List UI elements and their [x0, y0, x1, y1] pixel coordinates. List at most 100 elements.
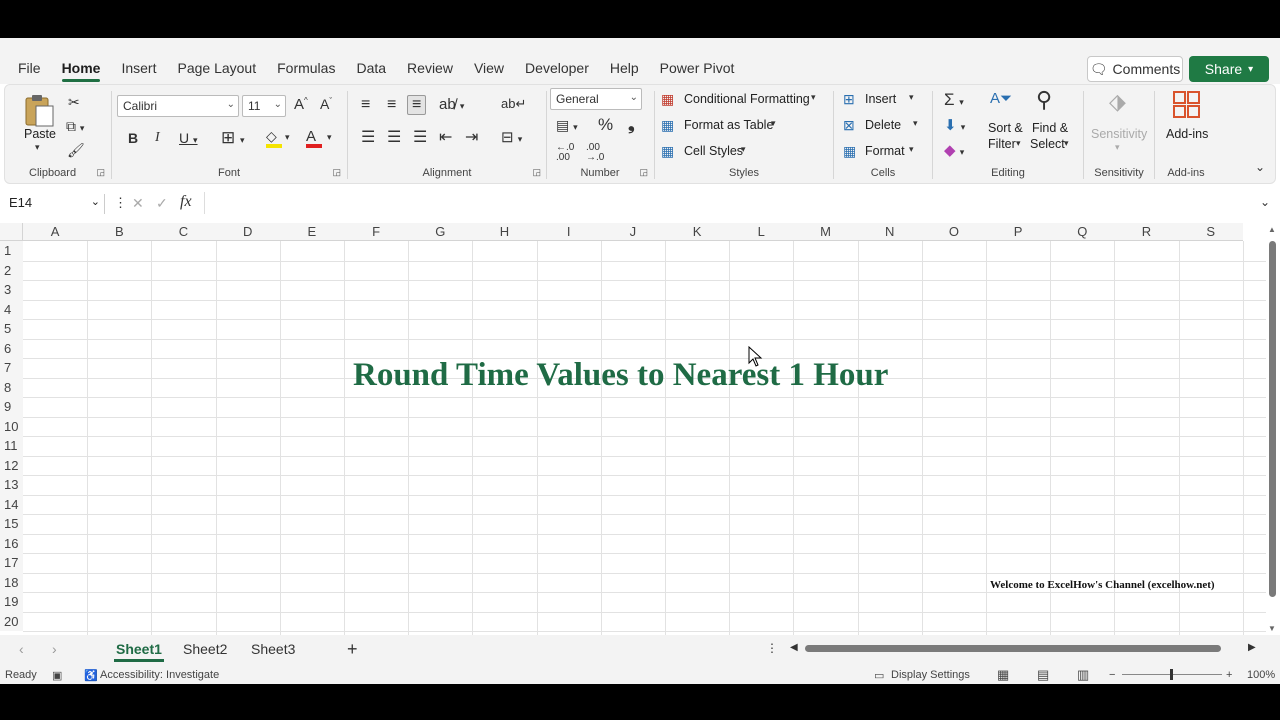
expand-formula-bar-icon[interactable]: ⌄ [1260, 196, 1270, 208]
dialog-launcher-icon[interactable]: ◲ [639, 167, 648, 178]
zoom-level[interactable]: 100% [1247, 669, 1275, 681]
row-header[interactable]: 7 [0, 358, 23, 378]
percent-icon[interactable]: % [598, 116, 613, 133]
font-color-icon[interactable]: A [306, 129, 322, 148]
enter-icon[interactable]: ✓ [156, 196, 168, 210]
row-header[interactable]: 12 [0, 455, 23, 475]
row-header[interactable]: 17 [0, 553, 23, 573]
row-header[interactable]: 10 [0, 416, 23, 436]
more-options-icon[interactable]: ⋮ [114, 196, 127, 209]
collapse-ribbon-icon[interactable]: ⌄ [1255, 161, 1265, 173]
autosum-icon[interactable]: Σ ▾ [944, 91, 964, 108]
column-header[interactable]: A [23, 223, 88, 241]
tab-formulas[interactable]: Formulas [277, 60, 335, 76]
font-size-combo[interactable]: 11 ⌄ [242, 95, 286, 117]
column-header[interactable]: H [472, 223, 537, 241]
chevron-down-icon[interactable]: ▾ [327, 133, 332, 142]
previous-sheet-icon[interactable]: ‹ [19, 642, 24, 656]
addins-button[interactable]: Add-ins [1160, 89, 1214, 149]
find-select-button[interactable]: ⚲ Find & Select ▾ [1028, 89, 1072, 157]
chevron-down-icon[interactable]: ▾ [285, 133, 290, 142]
column-header[interactable]: L [729, 223, 794, 241]
select-all-corner[interactable] [0, 223, 23, 241]
page-layout-view-icon[interactable]: ▤ [1037, 667, 1049, 683]
sheet-tab-sheet3[interactable]: Sheet3 [251, 641, 295, 657]
next-sheet-icon[interactable]: › [52, 642, 57, 656]
share-button[interactable]: Share ▾ [1189, 56, 1269, 82]
tab-data[interactable]: Data [356, 60, 386, 76]
cancel-icon[interactable]: ✕ [132, 196, 144, 210]
align-top-icon[interactable]: ≡ [361, 97, 370, 113]
comments-button[interactable]: 🗨 Comments [1087, 56, 1183, 82]
column-header[interactable]: N [857, 223, 922, 241]
page-break-view-icon[interactable]: ▥ [1077, 667, 1089, 683]
paste-button[interactable]: Paste ▾ [19, 91, 59, 152]
column-header[interactable]: F [344, 223, 409, 241]
accessibility-status[interactable]: Accessibility: Investigate [100, 669, 219, 681]
vertical-scrollbar[interactable]: ▲ ▼ [1266, 223, 1278, 635]
increase-decimal-icon[interactable]: ←.0.00 [556, 143, 574, 163]
dialog-launcher-icon[interactable]: ◲ [532, 167, 541, 178]
orientation-icon[interactable]: ab̸ ▾ [439, 97, 464, 112]
row-header[interactable]: 13 [0, 475, 23, 495]
sensitivity-button[interactable]: ⬗ Sensitivity ▾ [1089, 89, 1149, 152]
normal-view-icon[interactable]: ▦ [997, 667, 1009, 683]
macro-record-icon[interactable]: ▣ [52, 669, 62, 682]
tab-page-layout[interactable]: Page Layout [177, 60, 256, 76]
format-painter-icon[interactable]: 🖌 [67, 143, 85, 157]
decrease-indent-icon[interactable]: ⇤ [439, 130, 452, 146]
align-left-icon[interactable]: ☰ [361, 130, 375, 146]
borders-icon[interactable]: ⊞ ▾ [221, 129, 245, 146]
column-header[interactable]: P [986, 223, 1051, 241]
row-header[interactable]: 3 [0, 280, 23, 300]
column-header[interactable]: O [921, 223, 986, 241]
increase-indent-icon[interactable]: ⇥ [465, 130, 478, 146]
fill-color-icon[interactable]: ◇ [266, 129, 282, 148]
number-format-combo[interactable]: General ⌄ [550, 88, 642, 110]
comma-style-icon[interactable]: ❟ [628, 116, 635, 133]
merge-center-icon[interactable]: ⊟ ▾ [501, 130, 522, 145]
sort-filter-button[interactable]: A⏷ Sort & Filter ▾ [984, 89, 1024, 157]
tab-home[interactable]: Home [61, 60, 100, 82]
column-header[interactable]: Q [1050, 223, 1115, 241]
row-header[interactable]: 15 [0, 514, 23, 534]
accounting-format-icon[interactable]: ▤ ▾ [556, 118, 578, 132]
scroll-down-icon[interactable]: ▼ [1268, 624, 1276, 633]
row-header[interactable]: 11 [0, 436, 23, 456]
sheet-tab-sheet1[interactable]: Sheet1 [114, 641, 164, 662]
font-name-combo[interactable]: Calibri ⌄ [117, 95, 239, 117]
worksheet-grid[interactable]: 20 19 18 17 16 15 14 13 12 11 10 9 8 7 6 5 4 3 2 1 S R Q P O N M L K… [0, 223, 1266, 635]
copy-icon[interactable]: ⧉ ▾ [66, 119, 84, 133]
zoom-slider-thumb[interactable] [1170, 669, 1173, 680]
horizontal-scroll-thumb[interactable] [805, 645, 1221, 652]
tab-developer[interactable]: Developer [525, 60, 589, 76]
align-middle-icon[interactable]: ≡ [387, 97, 396, 113]
row-header[interactable]: 1 [0, 241, 23, 261]
scroll-left-icon[interactable]: ◀ [790, 643, 798, 653]
increase-font-icon[interactable]: A^ [294, 97, 308, 113]
cut-icon[interactable]: ✂ [68, 95, 80, 109]
column-header[interactable]: J [600, 223, 665, 241]
align-center-icon[interactable]: ☰ [387, 130, 401, 146]
column-header[interactable]: S [1178, 223, 1243, 241]
column-header[interactable]: M [793, 223, 858, 241]
row-header[interactable]: 4 [0, 299, 23, 319]
italic-icon[interactable]: I [155, 131, 160, 145]
zoom-in-icon[interactable]: + [1226, 669, 1232, 681]
column-header[interactable]: E [279, 223, 344, 241]
row-header[interactable]: 19 [0, 592, 23, 612]
clear-icon[interactable]: ◆ ▾ [944, 143, 964, 158]
tab-power-pivot[interactable]: Power Pivot [660, 60, 735, 76]
vertical-scroll-thumb[interactable] [1269, 241, 1276, 597]
column-header[interactable]: G [408, 223, 473, 241]
column-header[interactable]: R [1114, 223, 1179, 241]
tab-view[interactable]: View [474, 60, 504, 76]
decrease-decimal-icon[interactable]: .00 →.0 [586, 143, 604, 163]
dialog-launcher-icon[interactable]: ◲ [332, 167, 341, 178]
row-header[interactable]: 2 [0, 260, 23, 280]
scroll-right-icon[interactable]: ▶ [1248, 643, 1256, 653]
column-header[interactable]: I [536, 223, 601, 241]
column-header[interactable]: B [87, 223, 152, 241]
display-settings[interactable]: Display Settings [891, 669, 970, 681]
tab-insert[interactable]: Insert [121, 60, 156, 76]
